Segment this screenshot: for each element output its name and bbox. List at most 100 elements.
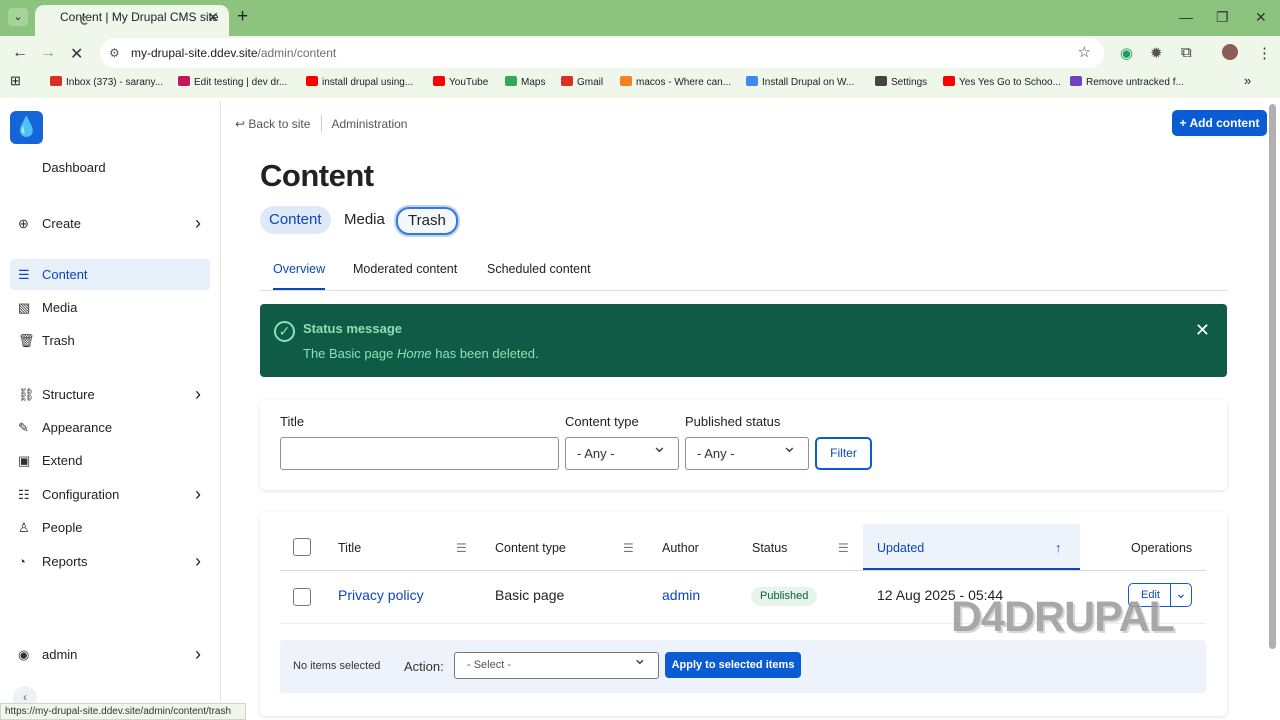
sort-icon[interactable]: ☰ <box>838 541 849 555</box>
chevron-down-icon[interactable]: ⌄ <box>1175 585 1187 602</box>
bookmark-item[interactable]: Inbox (373) - sarany... <box>50 76 163 88</box>
more-bookmarks-icon[interactable]: » <box>1244 73 1251 88</box>
updated-column-header[interactable]: Updated ↑ <box>863 524 1080 570</box>
stack-icon <box>620 76 632 86</box>
profile-avatar[interactable] <box>1222 44 1238 60</box>
bookmark-item[interactable]: YouTube <box>433 76 488 88</box>
bookmark-item[interactable]: Yes Yes Go to Schoo... <box>943 76 1061 88</box>
sidebar-item-extend[interactable]: ▣ Extend <box>10 445 210 476</box>
secondary-tabs: Overview Moderated content Scheduled con… <box>260 247 1227 291</box>
content-filters: Title Content type - Any - Published sta… <box>260 400 1227 490</box>
sidebar-item-configuration[interactable]: ☷ Configuration › <box>10 479 210 510</box>
page-scrollbar[interactable] <box>1269 104 1276 649</box>
extend-icon: ▣ <box>18 453 31 468</box>
sidebar-item-content[interactable]: ☰ Content <box>10 259 210 290</box>
content-type-column-header[interactable]: Content type <box>495 541 566 555</box>
sidebar-item-dashboard[interactable]: Dashboard <box>10 152 210 183</box>
title-column-header[interactable]: Title <box>338 541 361 555</box>
media-icon: ▧ <box>18 300 31 315</box>
tab-moderated-content[interactable]: Moderated content <box>353 262 457 276</box>
tab-trash[interactable]: Trash <box>396 207 458 235</box>
forward-icon[interactable]: → <box>40 44 56 62</box>
bookmark-star-icon[interactable]: ☆ <box>1078 38 1091 68</box>
menu-icon[interactable]: ⋮ <box>1257 44 1272 62</box>
document-icon <box>746 76 758 86</box>
node-title-link[interactable]: Privacy policy <box>338 587 424 603</box>
chevron-right-icon: › <box>195 644 201 664</box>
bulk-action-select[interactable]: - Select - <box>454 646 659 679</box>
sidebar-item-trash[interactable]: 🗑 Trash <box>10 325 210 356</box>
add-content-button[interactable]: + Add content <box>1172 110 1267 136</box>
status-column-header[interactable]: Status <box>752 541 787 555</box>
active-browser-tab[interactable]: Content | My Drupal CMS site ✕ <box>35 5 229 36</box>
sidebar-item-appearance[interactable]: ✎ Appearance <box>10 412 210 443</box>
bug-icon[interactable]: ✹ <box>1150 44 1163 62</box>
published-status-label: Published status <box>685 414 781 429</box>
title-filter-input[interactable] <box>280 437 559 470</box>
sidebar-item-structure[interactable]: ⛓ Structure › <box>10 379 210 410</box>
author-column-header: Author <box>662 541 699 555</box>
select-all-checkbox[interactable] <box>293 538 311 556</box>
row-checkbox[interactable] <box>293 588 311 606</box>
sidebar-item-reports[interactable]: ◔ Reports › <box>10 546 210 577</box>
gmail-icon <box>561 76 573 86</box>
close-window-icon[interactable]: ✕ <box>1255 9 1267 26</box>
new-tab-icon[interactable]: + <box>237 6 248 28</box>
bookmark-item[interactable]: Gmail <box>561 76 603 88</box>
tab-overview[interactable]: Overview <box>273 262 326 290</box>
sort-icon[interactable]: ☰ <box>623 541 634 555</box>
loading-icon <box>80 16 89 25</box>
tab-media[interactable]: Media <box>335 206 394 234</box>
tab-content[interactable]: Content <box>260 206 331 234</box>
published-status-select[interactable]: - Any - <box>685 431 809 470</box>
back-icon[interactable]: ← <box>12 44 28 62</box>
tab-search-icon[interactable]: ⌄ <box>8 8 28 26</box>
filter-button[interactable]: Filter <box>815 437 872 470</box>
url-host: my-drupal-site.ddev.site <box>131 46 258 60</box>
restore-icon[interactable]: ❐ <box>1216 9 1229 26</box>
chevron-right-icon: › <box>195 484 201 504</box>
drupal-logo[interactable]: 💧 <box>10 111 43 144</box>
bookmarks-bar: ⊞ Inbox (373) - sarany... Edit testing |… <box>0 70 1280 98</box>
apply-selected-button[interactable]: Apply to selected items <box>665 652 801 678</box>
bookmark-item[interactable]: Settings <box>875 76 927 88</box>
apps-icon[interactable]: ⊞ <box>10 73 21 89</box>
sidebar-item-media[interactable]: ▧ Media <box>10 292 210 323</box>
admin-sidebar: 💧 Dashboard ⊕ Create › ☰ Content ▧ Media 🗑 Tr… <box>0 100 221 720</box>
minimize-icon[interactable]: — <box>1179 9 1193 25</box>
bookmark-item[interactable]: Edit testing | dev dr... <box>178 76 287 88</box>
content-type-select[interactable]: - Any - <box>565 431 679 470</box>
status-badge: Published <box>751 587 818 606</box>
close-icon[interactable]: ✕ <box>207 5 219 29</box>
back-arrow-icon: ↩ <box>235 117 246 131</box>
sidebar-item-people[interactable]: ♙ People <box>10 512 210 543</box>
bookmark-item[interactable]: install drupal using... <box>306 76 413 88</box>
status-message: ✓ Status message The Basic page Home has… <box>260 304 1227 377</box>
bookmark-item[interactable]: Remove untracked f... <box>1070 76 1184 88</box>
status-title: Status message <box>303 321 402 336</box>
sidebar-item-admin[interactable]: ◉ admin › <box>10 639 210 670</box>
brush-icon: ✎ <box>18 420 29 435</box>
status-text: The Basic page Home has been deleted. <box>303 346 539 361</box>
bookmark-item[interactable]: Install Drupal on W... <box>746 76 854 88</box>
sort-icon[interactable]: ☰ <box>456 541 467 555</box>
administration-link[interactable]: Administration <box>331 117 407 131</box>
url-path: /admin/content <box>257 46 337 60</box>
extension-icon[interactable]: ◉ <box>1120 44 1133 62</box>
sidebar-item-create[interactable]: ⊕ Create › <box>10 208 210 239</box>
chevron-right-icon: › <box>195 384 201 404</box>
bookmark-item[interactable]: Maps <box>505 76 545 88</box>
address-bar[interactable]: ⚙ my-drupal-site.ddev.site/admin/content… <box>100 38 1104 68</box>
close-message-icon[interactable]: ✕ <box>1195 320 1210 341</box>
breadcrumb-divider <box>320 115 322 132</box>
tab-scheduled-content[interactable]: Scheduled content <box>487 262 591 276</box>
site-info-icon[interactable]: ⚙ <box>109 38 120 68</box>
author-link[interactable]: admin <box>662 587 700 603</box>
back-to-site-link[interactable]: Back to site <box>248 117 310 131</box>
puzzle-icon[interactable]: ⧉ <box>1181 44 1192 61</box>
stop-icon[interactable]: ✕ <box>70 44 83 64</box>
action-label: Action: <box>404 659 444 674</box>
youtube-icon <box>306 76 318 86</box>
bookmark-item[interactable]: macos - Where can... <box>620 76 731 88</box>
user-icon: ◉ <box>18 647 30 662</box>
